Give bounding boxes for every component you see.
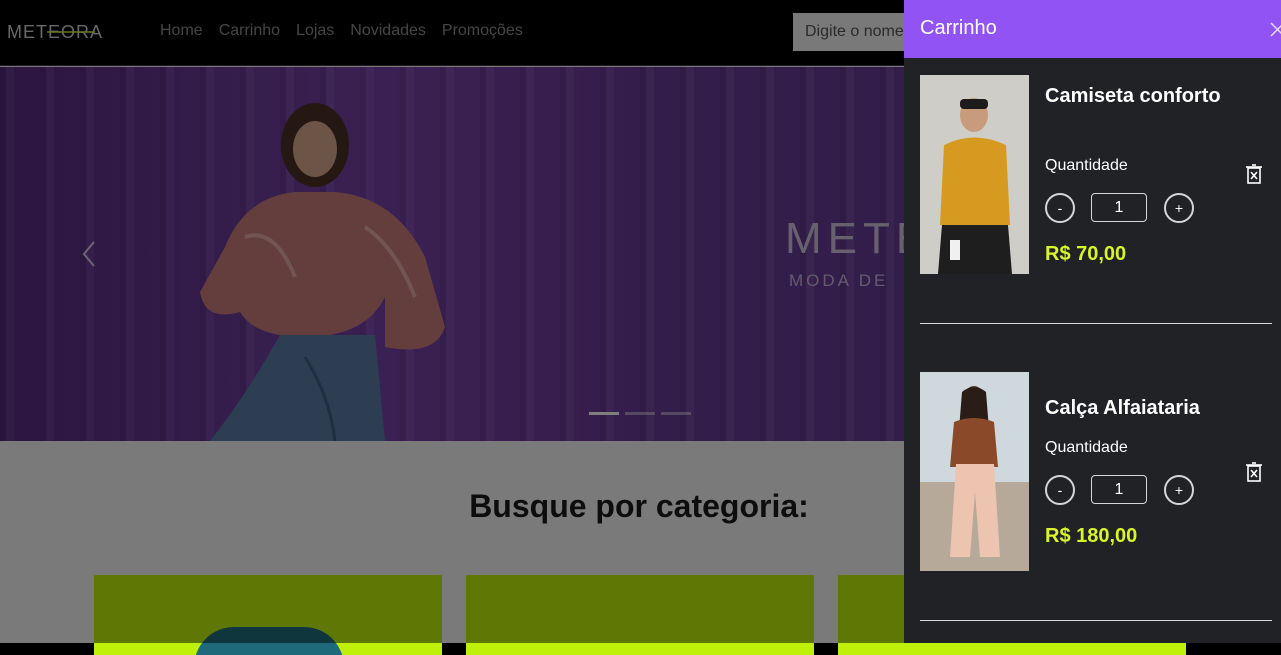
cart-item-divider-1 <box>920 323 1272 324</box>
close-icon[interactable] <box>1268 18 1281 40</box>
cart-item-price-1: R$ 70,00 <box>1045 243 1127 265</box>
quantity-label-1: Quantidade <box>1045 157 1128 174</box>
quantity-input-2[interactable] <box>1091 475 1147 504</box>
quantity-label-2: Quantidade <box>1045 439 1128 456</box>
increase-quantity-button-2[interactable]: + <box>1164 475 1194 505</box>
decrease-quantity-button-2[interactable]: - <box>1045 475 1075 505</box>
cart-item-name-1: Camiseta conforto <box>1045 85 1221 107</box>
cart-item-divider-2 <box>920 620 1272 621</box>
trash-icon[interactable] <box>1245 462 1263 482</box>
cart-header: Carrinho <box>904 0 1281 58</box>
cart-item-image-2 <box>920 372 1029 571</box>
cart-item-image-1 <box>920 75 1029 274</box>
cart-title: Carrinho <box>920 17 997 39</box>
decrease-quantity-button-1[interactable]: - <box>1045 193 1075 223</box>
cart-item-price-2: R$ 180,00 <box>1045 525 1138 547</box>
quantity-input-1[interactable] <box>1091 193 1147 222</box>
cart-item-name-2: Calça Alfaiataria <box>1045 397 1200 419</box>
cart-offcanvas: Carrinho Camiseta conforto Quantidade - … <box>904 0 1281 643</box>
trash-icon[interactable] <box>1245 164 1263 184</box>
increase-quantity-button-1[interactable]: + <box>1164 193 1194 223</box>
